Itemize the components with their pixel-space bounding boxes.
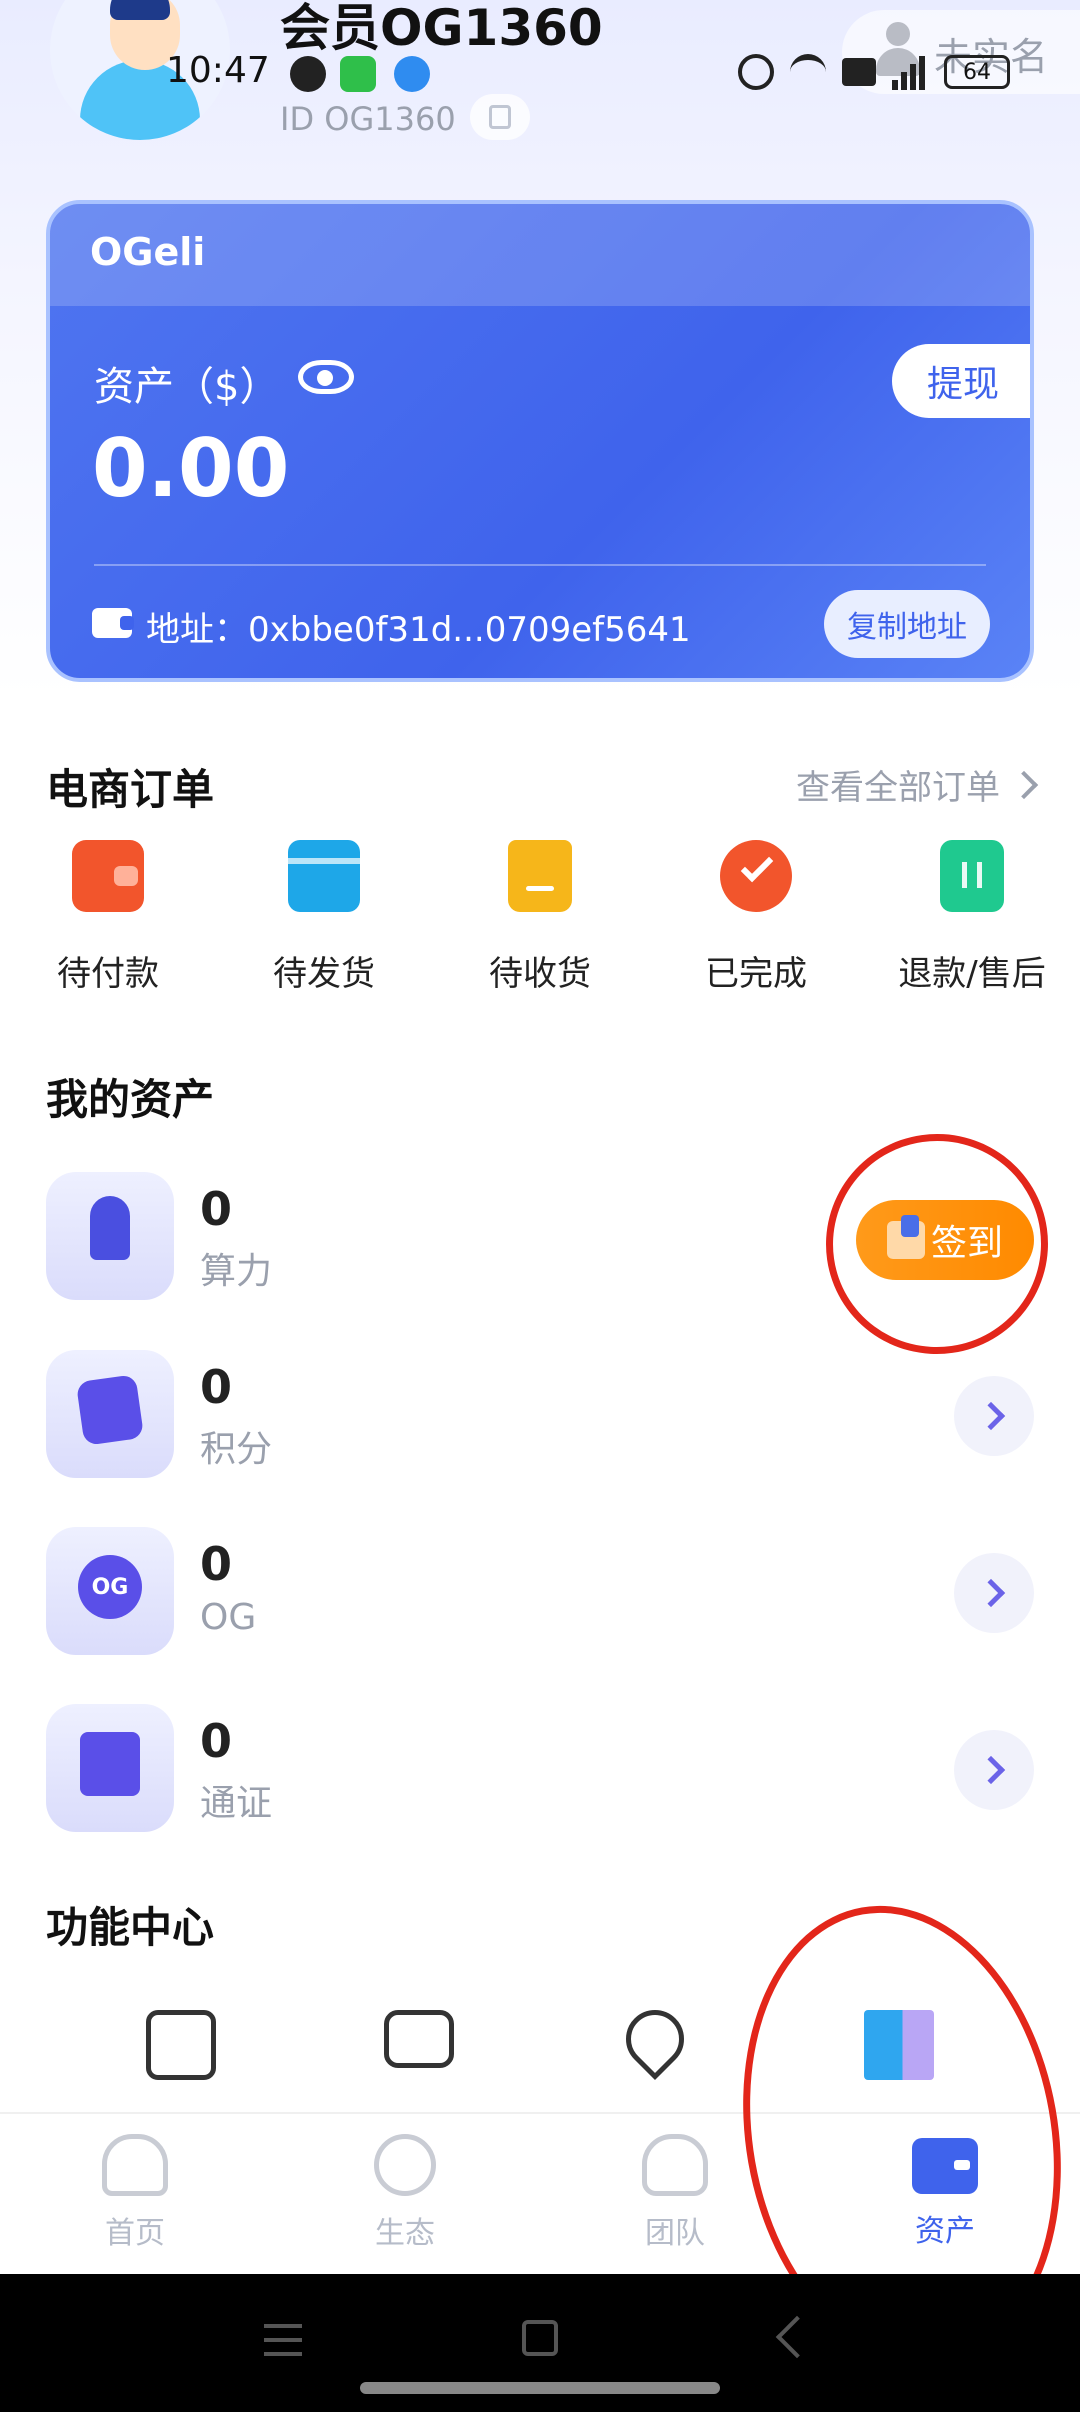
divider (94, 564, 986, 566)
system-navigation-bar (0, 2274, 1080, 2412)
asset-value: 0 (200, 1714, 233, 1768)
asset-label: 通证 (200, 1783, 273, 1824)
signal-icon (892, 54, 928, 90)
balance-value: 0.00 (92, 422, 290, 515)
asset-value: 0 (200, 1360, 233, 1414)
order-label: 待付款 (57, 954, 159, 994)
nav-label: 生态 (375, 2216, 435, 2251)
status-time: 10:47 (166, 50, 270, 91)
location-icon[interactable] (613, 1997, 697, 2081)
chat-icon[interactable] (384, 2010, 454, 2068)
battery-indicator: 64 (944, 55, 1010, 89)
wechat-icon (290, 56, 326, 92)
asset-label: OG (200, 1597, 257, 1638)
order-pending-payment[interactable]: 待付款 (0, 840, 216, 995)
asset-row-token[interactable]: 0 通证 (0, 1704, 1080, 1834)
token-detail-button[interactable] (954, 1730, 1034, 1810)
home-icon (102, 2134, 168, 2196)
back-icon[interactable] (775, 2315, 819, 2359)
chevron-right-icon (976, 1755, 1006, 1785)
nav-ecology[interactable]: 生态 (270, 2134, 540, 2252)
order-refund[interactable]: 退款/售后 (864, 840, 1080, 995)
eye-icon[interactable] (298, 360, 354, 394)
chevron-right-icon (976, 1578, 1006, 1608)
gesture-bar[interactable] (360, 2382, 720, 2394)
asset-label: 积分 (200, 1429, 273, 1470)
wifi-icon (790, 54, 826, 90)
og-detail-button[interactable] (954, 1553, 1034, 1633)
menu-icon[interactable] (264, 2324, 302, 2366)
order-label: 待发货 (273, 954, 375, 994)
package-icon (288, 840, 360, 912)
app-notification-icon (340, 56, 376, 92)
withdraw-button[interactable]: 提现 (892, 344, 1030, 418)
hd-icon (842, 58, 876, 86)
wallet-address: 地址：0xbbe0f31d...0709ef5641 (146, 610, 691, 650)
team-icon (642, 2134, 708, 2196)
ecology-icon (374, 2134, 436, 2196)
star-card-icon (46, 1350, 174, 1478)
wallet-card: OGeli 资产（$） 0.00 提现 地址：0xbbe0f31d...0709… (46, 200, 1034, 682)
chevron-right-icon (976, 1401, 1006, 1431)
function-center-title: 功能中心 (46, 1903, 215, 1952)
og-coin-icon: OG (46, 1527, 174, 1655)
annotation-circle-checkin (811, 1119, 1063, 1369)
alarm-icon (738, 54, 774, 90)
points-detail-button[interactable] (954, 1376, 1034, 1456)
copy-address-button[interactable]: 复制地址 (824, 590, 990, 658)
order-label: 待收货 (489, 954, 591, 994)
order-pending-shipment[interactable]: 待发货 (216, 840, 432, 995)
nav-label: 首页 (105, 2216, 165, 2251)
document-icon (46, 1704, 174, 1832)
order-pending-receipt[interactable]: 待收货 (432, 840, 648, 995)
order-label: 已完成 (705, 954, 807, 994)
card-brand: OGeli (90, 230, 206, 274)
asset-value: 0 (200, 1182, 233, 1236)
status-bar: 10:47 64 (0, 40, 1080, 110)
view-all-orders-label: 查看全部订单 (796, 768, 1000, 808)
order-label: 退款/售后 (898, 954, 1046, 994)
bag-icon (508, 840, 572, 912)
asset-row-og[interactable]: OG 0 OG (0, 1527, 1080, 1657)
asset-value: 0 (200, 1537, 233, 1591)
og-coin-label: OG (78, 1555, 142, 1619)
rocket-icon (46, 1172, 174, 1300)
settings-sliders-icon[interactable] (146, 2010, 216, 2080)
app-notification-icon-2 (394, 56, 430, 92)
orders-title: 电商订单 (46, 765, 215, 814)
refund-icon (940, 840, 1004, 912)
nav-home[interactable]: 首页 (0, 2134, 270, 2252)
orders-row: 待付款 待发货 待收货 已完成 退款/售后 (0, 840, 1080, 1010)
my-assets-title: 我的资产 (46, 1075, 215, 1124)
order-completed[interactable]: 已完成 (648, 840, 864, 995)
check-circle-icon (720, 840, 792, 912)
wallet-icon (72, 840, 144, 912)
view-all-orders-link[interactable]: 查看全部订单 (796, 760, 1039, 809)
home-button-icon[interactable] (522, 2320, 558, 2356)
asset-label: 算力 (200, 1251, 273, 1292)
asset-row-points[interactable]: 0 积分 (0, 1350, 1080, 1480)
assets-label: 资产（$） (94, 364, 280, 410)
chevron-right-icon (1009, 770, 1039, 799)
wallet-icon (92, 608, 134, 638)
